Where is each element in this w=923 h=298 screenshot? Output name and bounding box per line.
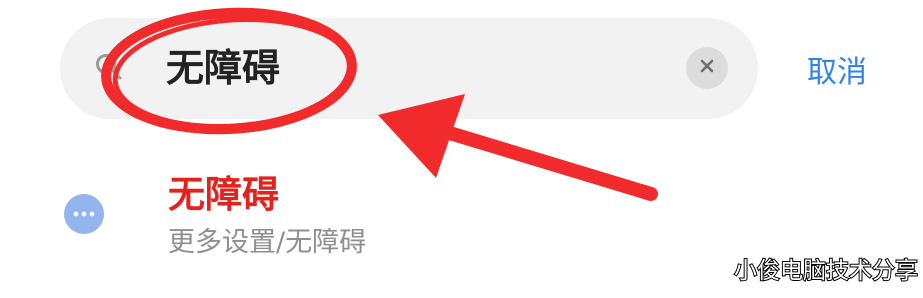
search-bar[interactable]: 无障碍 <box>60 18 758 119</box>
clear-button[interactable] <box>686 47 728 89</box>
clear-icon <box>699 58 715 78</box>
search-icon <box>94 52 124 82</box>
result-title: 无障碍 <box>168 173 279 216</box>
more-icon <box>64 194 104 234</box>
result-path: 更多设置/无障碍 <box>168 227 367 258</box>
cancel-button[interactable]: 取消 <box>807 52 867 94</box>
watermark-text: 小俊电脑技术分享 <box>733 257 919 285</box>
search-screen: 无障碍 取消 无障碍 更多设置/无障碍 小俊电脑技术分享 <box>0 0 923 298</box>
search-input[interactable]: 无障碍 <box>166 42 280 94</box>
